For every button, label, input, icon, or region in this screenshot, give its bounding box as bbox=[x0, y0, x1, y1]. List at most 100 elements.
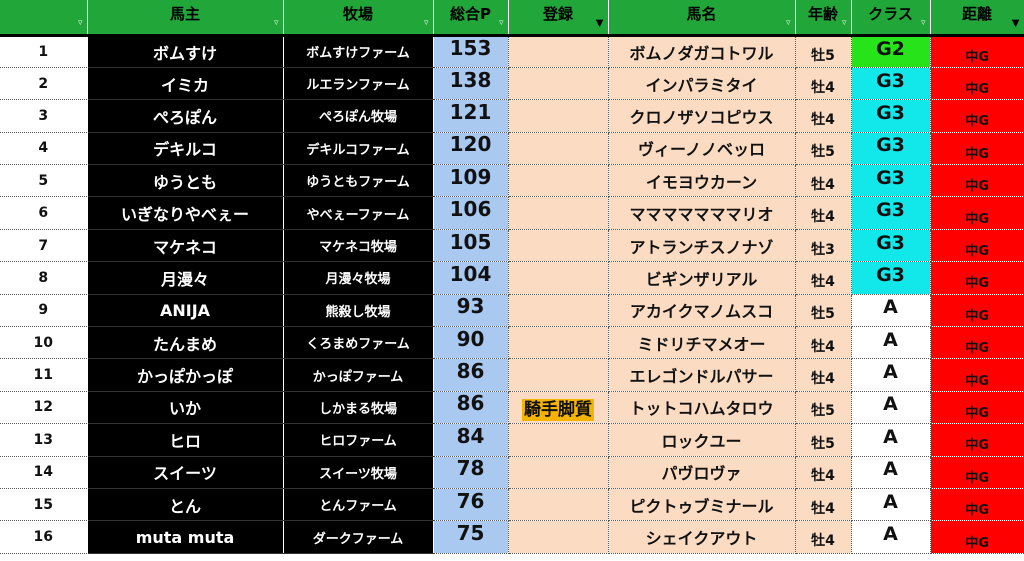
class-cell[interactable]: G3 bbox=[851, 261, 931, 295]
distance-cell[interactable]: 中G bbox=[930, 132, 1024, 166]
horse-name-cell[interactable]: ピクトゥブミナール bbox=[608, 488, 796, 522]
distance-cell[interactable]: 中G bbox=[930, 326, 1024, 360]
header-registration[interactable]: 登録 ▼ bbox=[508, 0, 609, 37]
class-cell[interactable]: G3 bbox=[851, 67, 931, 101]
farm-cell[interactable]: しかまる牧場 bbox=[283, 391, 434, 425]
distance-cell[interactable]: 中G bbox=[930, 35, 1024, 68]
header-owner[interactable]: 馬主 ▿ bbox=[87, 0, 284, 37]
age-cell[interactable]: 牡5 bbox=[795, 132, 852, 166]
row-number-cell[interactable]: 9 bbox=[0, 294, 88, 328]
points-cell[interactable]: 78 bbox=[433, 456, 509, 489]
registration-cell[interactable] bbox=[508, 261, 609, 295]
row-number-cell[interactable]: 3 bbox=[0, 99, 88, 133]
age-cell[interactable]: 牡4 bbox=[795, 488, 852, 522]
farm-cell[interactable]: 月漫々牧場 bbox=[283, 261, 434, 295]
filter-dropdown-icon[interactable]: ▿ bbox=[842, 18, 847, 28]
row-number-cell[interactable]: 11 bbox=[0, 358, 88, 392]
farm-cell[interactable]: やべぇーファーム bbox=[283, 196, 434, 230]
farm-cell[interactable]: とんファーム bbox=[283, 488, 434, 522]
registration-cell[interactable] bbox=[508, 99, 609, 133]
farm-cell[interactable]: ルエランファーム bbox=[283, 67, 434, 101]
class-cell[interactable]: A bbox=[851, 326, 931, 360]
distance-cell[interactable]: 中G bbox=[930, 358, 1024, 392]
farm-cell[interactable]: くろまめファーム bbox=[283, 326, 434, 360]
row-number-cell[interactable]: 13 bbox=[0, 423, 88, 457]
age-cell[interactable]: 牡4 bbox=[795, 99, 852, 133]
row-number-cell[interactable]: 5 bbox=[0, 164, 88, 198]
owner-cell[interactable]: とん bbox=[87, 488, 284, 522]
owner-cell[interactable]: イミカ bbox=[87, 67, 284, 101]
class-cell[interactable]: A bbox=[851, 391, 931, 425]
row-number-cell[interactable]: 6 bbox=[0, 196, 88, 230]
header-class[interactable]: クラス ▿ bbox=[851, 0, 931, 37]
registration-cell[interactable] bbox=[508, 326, 609, 360]
header-corner[interactable]: ▿ bbox=[0, 0, 88, 37]
age-cell[interactable]: 牡5 bbox=[795, 423, 852, 457]
class-cell[interactable]: G3 bbox=[851, 196, 931, 230]
horse-name-cell[interactable]: パヴロヴァ bbox=[608, 456, 796, 489]
age-cell[interactable]: 牡4 bbox=[795, 456, 852, 489]
points-cell[interactable]: 75 bbox=[433, 520, 509, 554]
farm-cell[interactable]: ダークファーム bbox=[283, 520, 434, 554]
farm-cell[interactable]: スイーツ牧場 bbox=[283, 456, 434, 489]
distance-cell[interactable]: 中G bbox=[930, 99, 1024, 133]
horse-name-cell[interactable]: インパラミタイ bbox=[608, 67, 796, 101]
horse-name-cell[interactable]: ロックユー bbox=[608, 423, 796, 457]
row-number-cell[interactable]: 4 bbox=[0, 132, 88, 166]
class-cell[interactable]: G2 bbox=[851, 35, 931, 68]
owner-cell[interactable]: かっぽかっぽ bbox=[87, 358, 284, 392]
farm-cell[interactable]: ボムすけファーム bbox=[283, 35, 434, 68]
points-cell[interactable]: 104 bbox=[433, 261, 509, 295]
filter-dropdown-icon[interactable]: ▿ bbox=[274, 18, 279, 28]
farm-cell[interactable]: 熊殺し牧場 bbox=[283, 294, 434, 328]
row-number-cell[interactable]: 14 bbox=[0, 456, 88, 489]
header-points[interactable]: 総合P ▿ bbox=[433, 0, 509, 37]
owner-cell[interactable]: ヒロ bbox=[87, 423, 284, 457]
farm-cell[interactable]: ヒロファーム bbox=[283, 423, 434, 457]
owner-cell[interactable]: 月漫々 bbox=[87, 261, 284, 295]
registration-cell[interactable] bbox=[508, 35, 609, 68]
horse-name-cell[interactable]: ヴィーノノベッロ bbox=[608, 132, 796, 166]
class-cell[interactable]: A bbox=[851, 423, 931, 457]
header-horse[interactable]: 馬名 ▿ bbox=[608, 0, 796, 37]
horse-name-cell[interactable]: アカイクマノムスコ bbox=[608, 294, 796, 328]
registration-cell[interactable] bbox=[508, 488, 609, 522]
registration-cell[interactable] bbox=[508, 132, 609, 166]
points-cell[interactable]: 76 bbox=[433, 488, 509, 522]
registration-cell[interactable] bbox=[508, 456, 609, 489]
registration-cell[interactable]: 騎手脚質 bbox=[508, 391, 609, 425]
header-farm[interactable]: 牧場 ▿ bbox=[283, 0, 434, 37]
distance-cell[interactable]: 中G bbox=[930, 423, 1024, 457]
filter-dropdown-icon[interactable]: ▿ bbox=[424, 18, 429, 28]
age-cell[interactable]: 牡5 bbox=[795, 391, 852, 425]
registration-cell[interactable] bbox=[508, 229, 609, 263]
filter-dropdown-icon[interactable]: ▿ bbox=[78, 18, 83, 28]
horse-name-cell[interactable]: イモヨウカーン bbox=[608, 164, 796, 198]
age-cell[interactable]: 牡3 bbox=[795, 229, 852, 263]
horse-name-cell[interactable]: エレゴンドルパサー bbox=[608, 358, 796, 392]
owner-cell[interactable]: いか bbox=[87, 391, 284, 425]
distance-cell[interactable]: 中G bbox=[930, 391, 1024, 425]
registration-cell[interactable] bbox=[508, 423, 609, 457]
class-cell[interactable]: A bbox=[851, 520, 931, 554]
registration-cell[interactable] bbox=[508, 67, 609, 101]
filter-dropdown-icon[interactable]: ▿ bbox=[499, 18, 504, 28]
row-number-cell[interactable]: 10 bbox=[0, 326, 88, 360]
class-cell[interactable]: A bbox=[851, 358, 931, 392]
points-cell[interactable]: 86 bbox=[433, 391, 509, 425]
filter-active-icon[interactable]: ▼ bbox=[596, 18, 604, 28]
horse-name-cell[interactable]: アトランチスノナゾ bbox=[608, 229, 796, 263]
horse-name-cell[interactable]: トットコハムタロウ bbox=[608, 391, 796, 425]
points-cell[interactable]: 138 bbox=[433, 67, 509, 101]
owner-cell[interactable]: muta muta bbox=[87, 520, 284, 554]
owner-cell[interactable]: ボムすけ bbox=[87, 35, 284, 68]
class-cell[interactable]: G3 bbox=[851, 164, 931, 198]
registration-cell[interactable] bbox=[508, 164, 609, 198]
horse-name-cell[interactable]: ボムノダガコトワル bbox=[608, 35, 796, 68]
age-cell[interactable]: 牡5 bbox=[795, 35, 852, 68]
age-cell[interactable]: 牡4 bbox=[795, 261, 852, 295]
distance-cell[interactable]: 中G bbox=[930, 196, 1024, 230]
header-age[interactable]: 年齢 ▿ bbox=[795, 0, 852, 37]
horse-name-cell[interactable]: シェイクアウト bbox=[608, 520, 796, 554]
registration-cell[interactable] bbox=[508, 196, 609, 230]
